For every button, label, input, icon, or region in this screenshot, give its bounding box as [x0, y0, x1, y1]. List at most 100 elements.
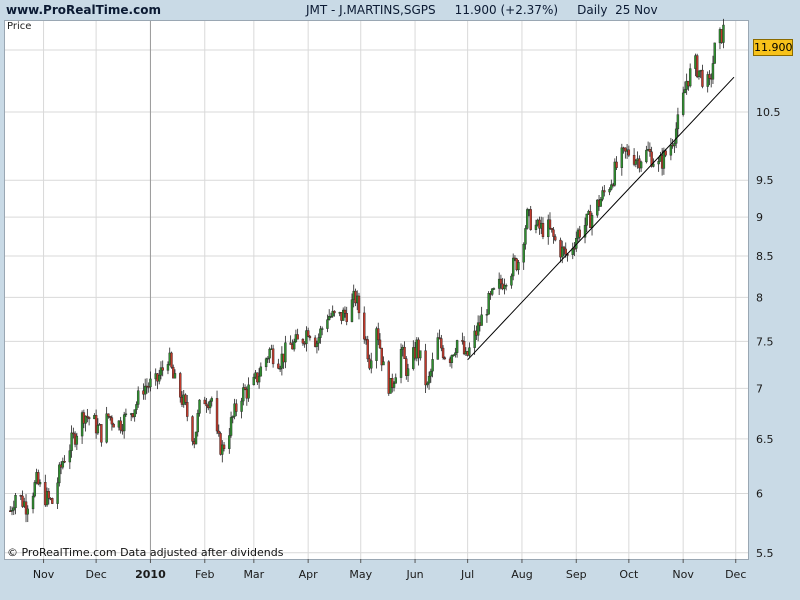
- y-axis-labels: 5.566.577.588.599.510.511.5: [756, 44, 781, 560]
- y-tick-label: 5.5: [756, 547, 774, 560]
- candle: [541, 217, 545, 240]
- candle: [476, 315, 480, 342]
- candle: [571, 242, 574, 260]
- y-tick-label: 7: [756, 382, 763, 395]
- candle: [264, 357, 268, 371]
- y-tick-label: 8.5: [756, 250, 774, 263]
- x-tick-label: 2010: [135, 568, 166, 581]
- candle: [63, 455, 66, 464]
- candle: [517, 259, 520, 275]
- x-tick-label: Mar: [243, 568, 264, 581]
- candle: [468, 342, 471, 358]
- candle: [492, 287, 496, 290]
- candlesticks: [9, 18, 725, 523]
- candle: [438, 329, 441, 340]
- candle: [51, 497, 54, 505]
- candle: [296, 328, 299, 340]
- candle: [713, 42, 716, 64]
- candle: [215, 390, 219, 435]
- candle: [84, 415, 87, 432]
- x-tick-label: Aug: [511, 568, 532, 581]
- candle: [669, 137, 673, 161]
- candle: [100, 424, 103, 447]
- candle: [366, 335, 369, 363]
- candle: [208, 399, 212, 414]
- candle: [529, 205, 532, 231]
- candle: [522, 242, 525, 270]
- x-tick-label: Sep: [566, 568, 587, 581]
- candle: [191, 415, 194, 446]
- candle: [399, 343, 403, 384]
- candle: [473, 325, 476, 355]
- y-tick-label: 8: [756, 291, 763, 304]
- candle: [33, 480, 36, 498]
- x-tick-label: Nov: [33, 568, 55, 581]
- candle: [110, 415, 114, 431]
- candle: [259, 362, 263, 377]
- footer-note: © ProRealTime.com Data adjusted after di…: [7, 546, 284, 559]
- x-tick-label: Oct: [619, 568, 639, 581]
- y-tick-label: 6: [756, 487, 763, 500]
- candle: [480, 306, 483, 326]
- candle: [380, 347, 383, 372]
- candle: [370, 352, 373, 374]
- candle: [284, 335, 287, 369]
- candle: [419, 350, 422, 361]
- last-price-tag: 11.900: [753, 39, 793, 56]
- candle: [170, 351, 173, 369]
- candle: [526, 207, 529, 230]
- candle: [590, 212, 594, 236]
- candle: [342, 307, 345, 321]
- y-tick-label: 6.5: [756, 433, 774, 446]
- candle: [301, 338, 305, 346]
- y-tick-label: 10.5: [756, 106, 781, 119]
- candle: [701, 64, 704, 89]
- x-tick-label: Dec: [85, 568, 106, 581]
- candle: [194, 431, 198, 445]
- candle: [105, 406, 108, 444]
- candle: [345, 306, 348, 326]
- y-tick-label: 9.5: [756, 174, 774, 187]
- candle: [436, 332, 440, 360]
- candle: [722, 18, 725, 49]
- candle: [289, 335, 292, 345]
- candle: [305, 326, 308, 352]
- candle: [487, 291, 490, 315]
- x-tick-label: Feb: [195, 568, 214, 581]
- candle: [203, 396, 206, 405]
- trendline: [467, 76, 735, 361]
- candle: [143, 378, 147, 400]
- candle: [645, 145, 648, 164]
- x-tick-label: Nov: [672, 568, 694, 581]
- candle: [122, 411, 126, 439]
- x-tick-label: May: [349, 568, 372, 581]
- candle: [61, 457, 65, 470]
- candle: [450, 354, 454, 369]
- candle: [133, 409, 136, 422]
- candle: [327, 309, 331, 321]
- candle: [94, 409, 98, 439]
- x-axis-labels: Nov Dec 2010 Feb Mar Apr May Jun Jul Aug Sep Oct Nov…: [33, 568, 747, 581]
- x-tick-label: Apr: [299, 568, 319, 581]
- candle: [229, 411, 233, 438]
- candle: [639, 160, 643, 172]
- candle: [503, 278, 506, 295]
- y-tick-label: 9: [756, 211, 763, 224]
- price-chart[interactable]: 5.566.577.588.599.510.511.5 NovDec2010Fe…: [0, 0, 800, 600]
- candle: [688, 63, 692, 88]
- x-tick-label: Jul: [460, 568, 474, 581]
- candle: [548, 212, 552, 230]
- candle: [601, 186, 604, 202]
- candle: [87, 416, 91, 426]
- candle: [547, 214, 550, 245]
- x-tick-label: Jun: [405, 568, 423, 581]
- candle: [394, 373, 397, 384]
- y-tick-label: 7.5: [756, 335, 774, 348]
- candle: [247, 377, 250, 402]
- trendline-group: [467, 76, 735, 361]
- gridlines: [5, 21, 748, 563]
- candle: [697, 70, 701, 80]
- candle: [363, 306, 366, 344]
- x-tick-label: Dec: [725, 568, 746, 581]
- candle: [14, 492, 17, 515]
